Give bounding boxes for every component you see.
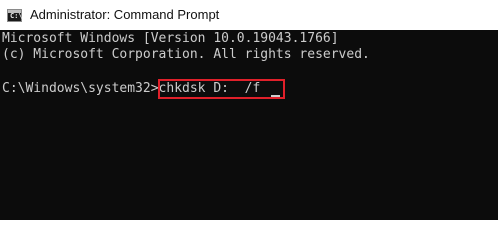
command-highlight-box: [158, 79, 285, 99]
text-cursor: [271, 95, 280, 97]
title-bar[interactable]: C:\ Administrator: Command Prompt: [0, 0, 498, 30]
copyright-line: (c) Microsoft Corporation. All rights re…: [2, 47, 370, 62]
cmd-icon: C:\: [7, 9, 23, 22]
prompt-path: C:\Windows\system32>: [2, 81, 159, 96]
window-title: Administrator: Command Prompt: [30, 7, 220, 22]
version-line: Microsoft Windows [Version 10.0.19043.17…: [2, 31, 339, 46]
console-area[interactable]: Microsoft Windows [Version 10.0.19043.17…: [0, 30, 498, 220]
